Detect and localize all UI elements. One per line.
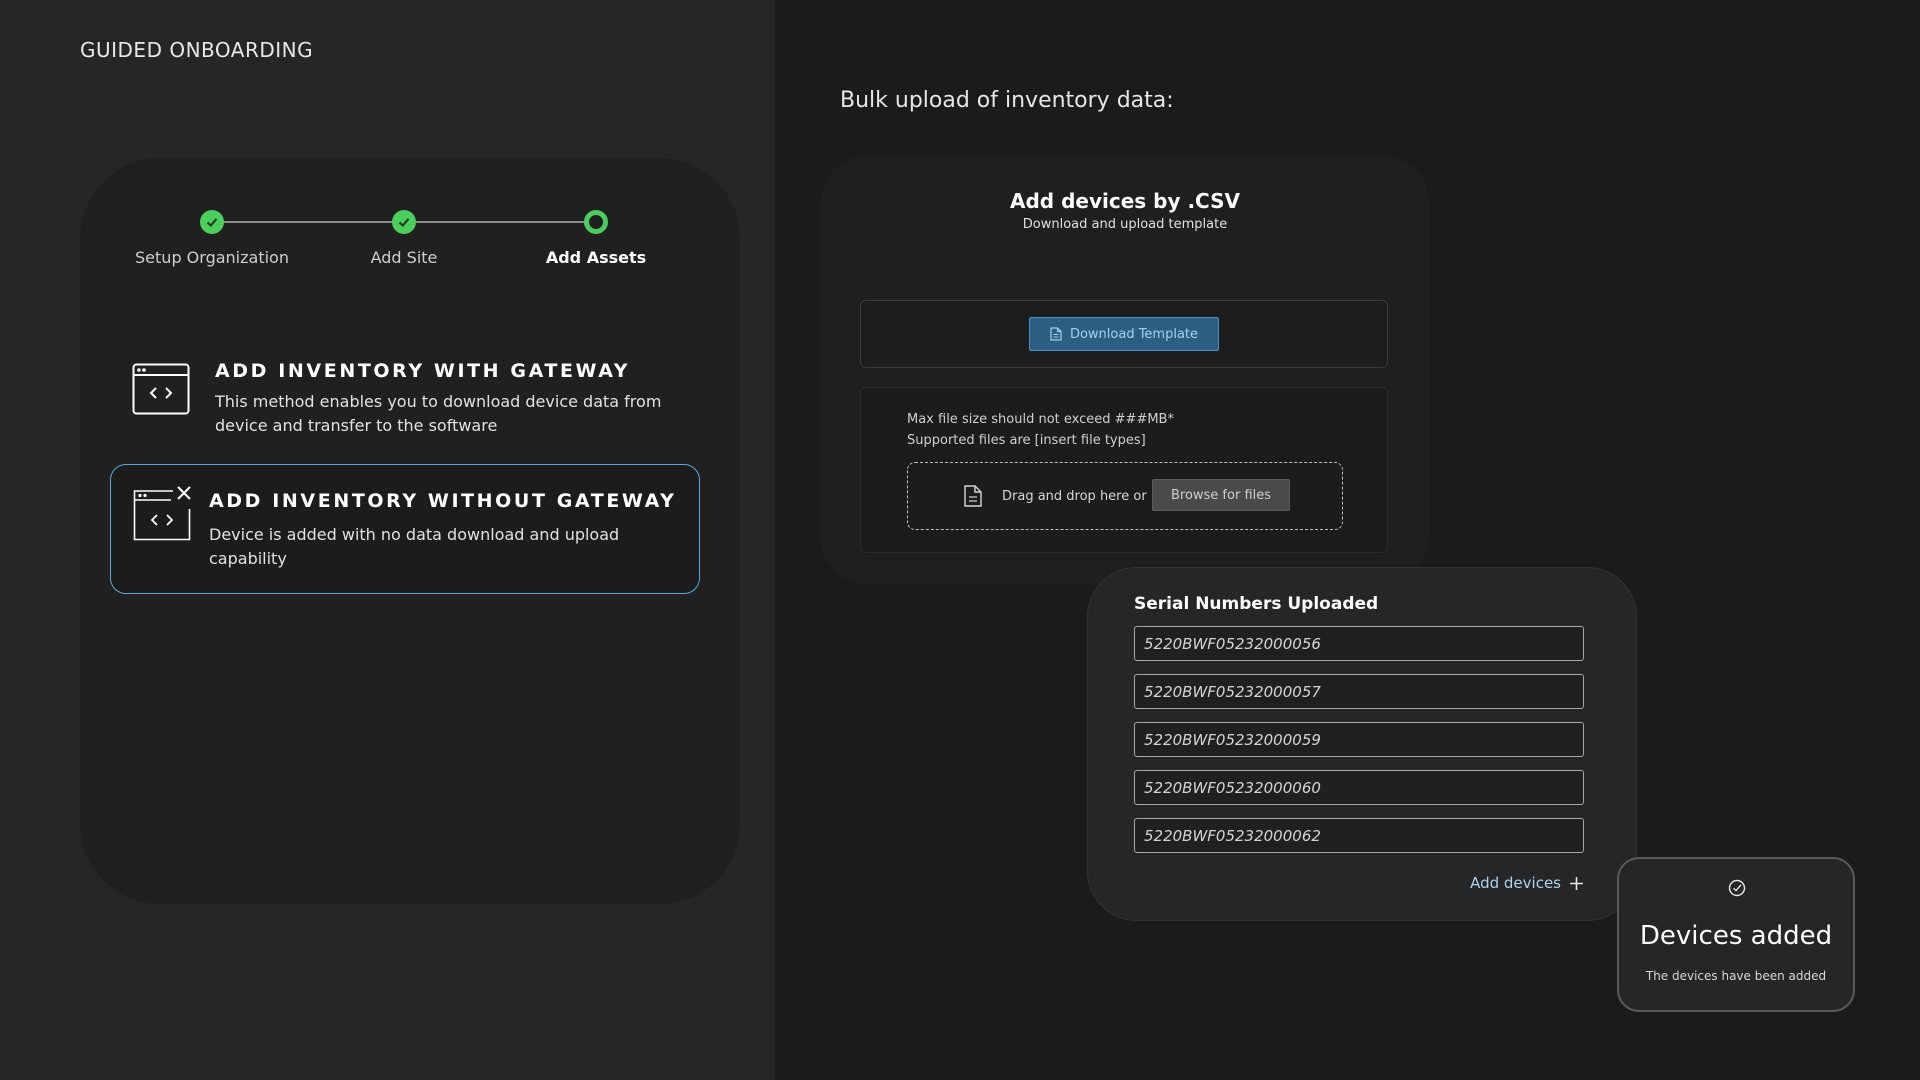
step-label-add-assets[interactable]: Add Assets	[546, 248, 646, 267]
document-icon	[1050, 327, 1062, 341]
csv-heading: Add devices by .CSV	[1010, 189, 1240, 213]
code-window-close-icon	[133, 486, 191, 541]
option-description: This method enables you to download devi…	[215, 392, 662, 435]
toast-title: Devices added	[1639, 921, 1833, 951]
devices-added-toast: Devices added The devices have been adde…	[1617, 857, 1855, 1012]
csv-subheading: Download and upload template	[1022, 217, 1228, 232]
drop-text: Drag and drop here or	[1002, 489, 1147, 504]
option-title: ADD INVENTORY WITHOUT GATEWAY	[209, 490, 677, 512]
step-complete-check-icon	[200, 210, 224, 234]
step-label-setup-organization[interactable]: Setup Organization	[135, 248, 289, 267]
serial-number-field[interactable]: 5220BWF05232000060	[1134, 770, 1584, 805]
upload-box: Max file size should not exceed ###MB* S…	[860, 387, 1388, 553]
download-template-label: Download Template	[1069, 326, 1199, 342]
code-window-icon	[132, 363, 190, 415]
file-drop-zone[interactable]: Drag and drop here or Browse for files	[907, 462, 1343, 530]
option-with-gateway[interactable]: ADD INVENTORY WITH GATEWAY This method e…	[110, 338, 700, 448]
browse-files-button[interactable]: Browse for files	[1152, 479, 1290, 511]
step-connector	[212, 221, 404, 223]
option-without-gateway[interactable]: ADD INVENTORY WITHOUT GATEWAY Device is …	[110, 464, 700, 594]
page-label: GUIDED ONBOARDING	[80, 38, 314, 62]
stepper: Setup Organization Add Site Add Assets	[135, 208, 680, 278]
toast-message: The devices have been added	[1645, 969, 1827, 983]
download-template-button[interactable]: Download Template	[1029, 317, 1219, 351]
onboarding-card: Setup Organization Add Site Add Assets A…	[80, 158, 740, 904]
file-icon	[964, 485, 982, 507]
step-connector	[416, 221, 596, 223]
serial-number-field[interactable]: 5220BWF05232000059	[1134, 722, 1584, 757]
bulk-upload-title: Bulk upload of inventory data:	[840, 88, 1174, 113]
serial-list: 5220BWF05232000056 5220BWF05232000057 52…	[1134, 626, 1584, 866]
download-template-box: Download Template	[860, 300, 1388, 368]
option-title: ADD INVENTORY WITH GATEWAY	[215, 360, 631, 382]
serial-title: Serial Numbers Uploaded	[1134, 594, 1379, 614]
max-size-note: Max file size should not exceed ###MB*	[907, 412, 1174, 427]
serial-number-field[interactable]: 5220BWF05232000062	[1134, 818, 1584, 853]
add-devices-button[interactable]: Add devices	[1470, 874, 1584, 892]
serial-number-field[interactable]: 5220BWF05232000056	[1134, 626, 1584, 661]
serial-numbers-card: Serial Numbers Uploaded 5220BWF052320000…	[1087, 567, 1637, 921]
file-types-note: Supported files are [insert file types]	[907, 433, 1146, 448]
csv-upload-card: Add devices by .CSV Download and upload …	[820, 155, 1430, 585]
step-complete-check-icon	[392, 210, 416, 234]
serial-number-field[interactable]: 5220BWF05232000057	[1134, 674, 1584, 709]
option-description: Device is added with no data download an…	[209, 525, 620, 568]
step-current-indicator	[584, 210, 608, 234]
add-devices-label: Add devices	[1470, 874, 1561, 892]
step-label-add-site[interactable]: Add Site	[371, 248, 438, 267]
plus-icon	[1570, 876, 1583, 890]
check-circle-icon	[1728, 879, 1746, 897]
